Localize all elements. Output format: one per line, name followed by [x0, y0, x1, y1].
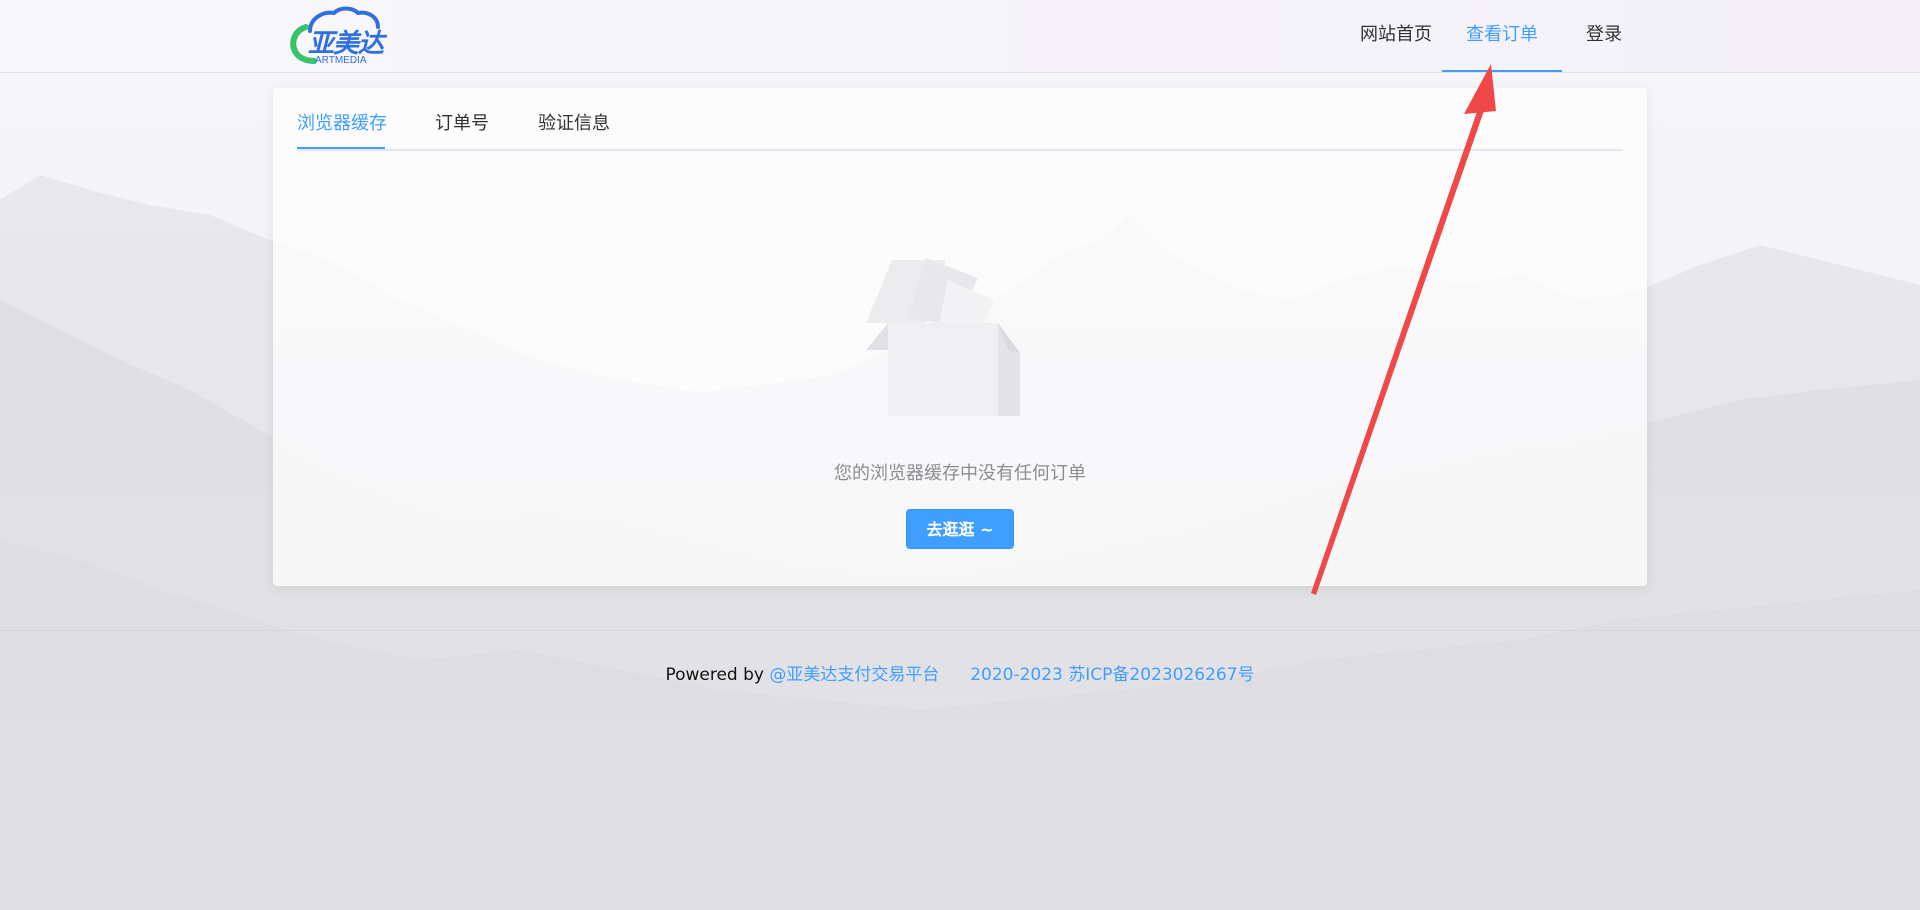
- site-logo[interactable]: 亚美达 ARTMEDIA: [288, 5, 392, 69]
- empty-message: 您的浏览器缓存中没有任何订单: [834, 463, 1086, 484]
- footer-platform-link[interactable]: @亚美达支付交易平台: [769, 665, 939, 685]
- footer-divider: [0, 630, 1920, 631]
- nav-item-home[interactable]: 网站首页: [1348, 0, 1444, 70]
- tab-verify-info[interactable]: 验证信息: [538, 88, 610, 147]
- footer-icp-link[interactable]: 2020-2023 苏ICP备2023026267号: [970, 665, 1254, 685]
- footer-powered-by: Powered by: [665, 665, 764, 685]
- order-query-card: 浏览器缓存 订单号 验证信息 您的浏览器缓存中没有任何订单 去逛逛 ~: [273, 88, 1647, 586]
- empty-box-icon: [866, 258, 1020, 416]
- nav-item-view-orders[interactable]: 查看订单: [1442, 0, 1562, 72]
- active-tab-indicator: [297, 147, 385, 149]
- tab-order-number[interactable]: 订单号: [435, 88, 489, 147]
- tab-browser-cache[interactable]: 浏览器缓存: [297, 88, 387, 147]
- site-footer: Powered by @亚美达支付交易平台 2020-2023 苏ICP备202…: [0, 660, 1920, 685]
- go-shopping-button[interactable]: 去逛逛 ~: [906, 509, 1014, 549]
- site-header: 亚美达 ARTMEDIA 网站首页 查看订单 登录: [0, 0, 1920, 73]
- order-tabs: 浏览器缓存 订单号 验证信息: [297, 88, 1623, 151]
- logo-subtitle: ARTMEDIA: [315, 55, 367, 66]
- nav-item-login[interactable]: 登录: [1576, 0, 1632, 70]
